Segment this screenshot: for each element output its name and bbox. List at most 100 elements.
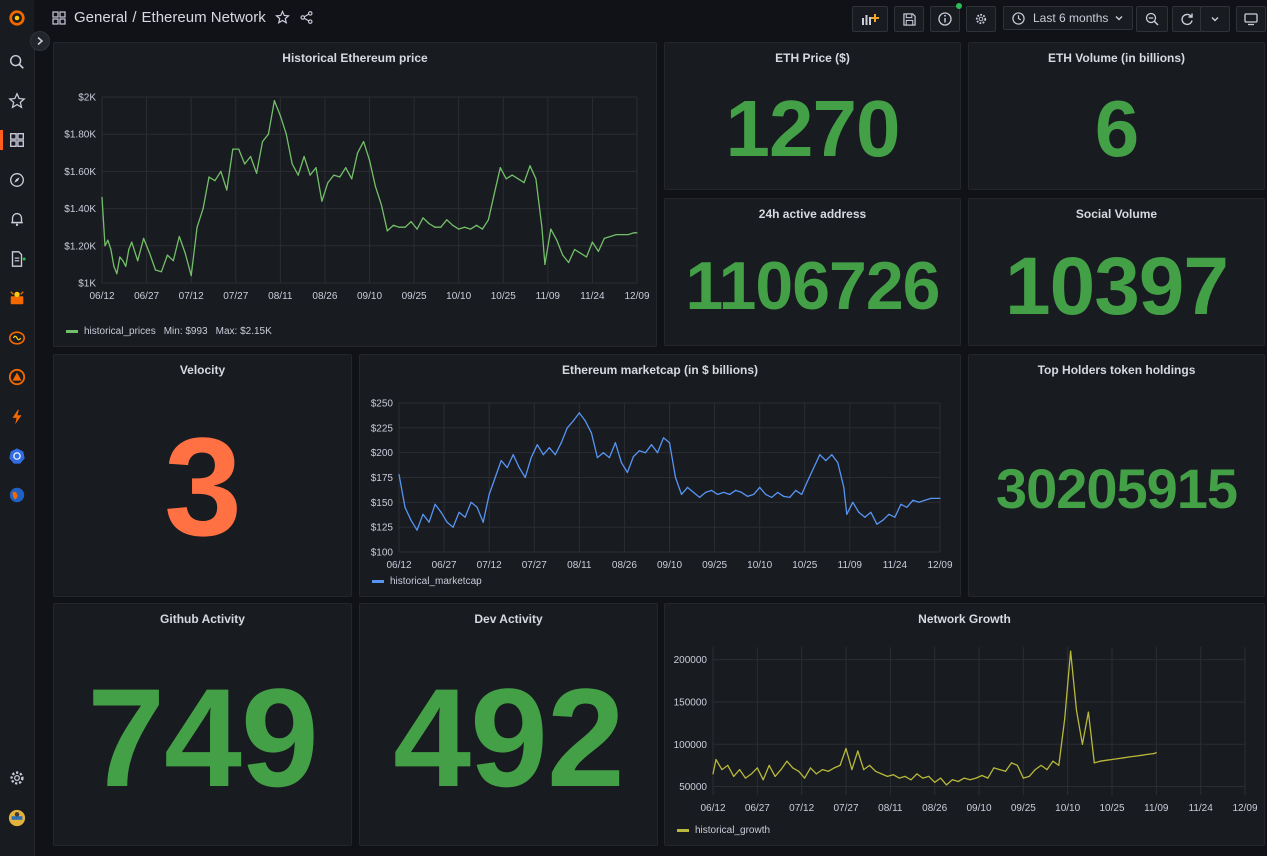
data-point (131, 241, 133, 243)
x-tick-label: 11/24 (580, 291, 605, 302)
data-point (715, 758, 717, 761)
panel-velocity[interactable]: Velocity 3 (53, 354, 352, 597)
reports-icon[interactable] (7, 249, 27, 269)
data-point (934, 781, 936, 783)
search-icon[interactable] (7, 52, 27, 72)
y-tick-label: 100000 (674, 740, 708, 751)
legend-series-name: historical_prices (84, 326, 156, 337)
plugin-app-icon[interactable] (7, 367, 27, 387)
dashboard-settings-button[interactable] (966, 6, 996, 32)
panel-eth-price[interactable]: ETH Price ($) 1270 (664, 42, 961, 190)
gear-icon[interactable] (7, 768, 27, 788)
panel-title[interactable]: Github Activity (54, 612, 351, 626)
chart-legend[interactable]: historical_marketcap (372, 576, 482, 587)
panel-title[interactable]: Top Holders token holdings (969, 363, 1264, 377)
x-tick-label: 10/25 (792, 560, 817, 571)
sidebar (0, 0, 35, 856)
chart-legend[interactable]: historical_growth (677, 825, 770, 836)
data-point (792, 767, 794, 769)
x-tick-label: 09/25 (702, 560, 727, 571)
data-point (771, 496, 773, 498)
data-point (208, 176, 210, 178)
data-point (963, 777, 965, 779)
network-growth-chart[interactable]: 50000 100000 150000 200000 06/12 06/27 07/12 07… (665, 604, 1264, 845)
panel-title[interactable]: ETH Volume (in billions) (969, 51, 1264, 65)
globe-icon[interactable] (7, 485, 27, 505)
data-point (765, 493, 767, 495)
data-point (244, 163, 246, 165)
x-tick-label: 11/09 (536, 291, 561, 302)
status-indicator-dot (956, 3, 962, 9)
y-tick-label: $200 (371, 448, 394, 459)
panel-title[interactable]: 24h active address (665, 207, 960, 221)
data-point (1022, 777, 1024, 779)
data-point (554, 454, 556, 456)
data-point (875, 770, 877, 772)
price-chart[interactable]: $1K $1.20K $1.40K $1.60K $1.80K $2K 06/12 06/27… (54, 43, 656, 346)
breadcrumb-folder[interactable]: General (74, 9, 127, 26)
data-point (556, 239, 558, 241)
zoom-out-button[interactable] (1136, 6, 1168, 32)
lightning-icon[interactable] (7, 407, 27, 427)
panel-historical-price[interactable]: Historical Ethereum price $1K $1.20K $1.40… (53, 42, 657, 347)
star-icon[interactable] (7, 91, 27, 111)
panel-title[interactable]: Velocity (54, 363, 351, 377)
chevron-right-icon (37, 36, 44, 46)
legend-series-name: historical_growth (695, 825, 771, 836)
chevron-down-icon (1115, 16, 1123, 21)
data-point (404, 226, 406, 228)
data-point (699, 496, 701, 498)
share-icon[interactable] (299, 10, 314, 25)
time-range-picker[interactable]: Last 6 months (1003, 6, 1133, 30)
panel-active-address[interactable]: 24h active address 1106726 (664, 198, 961, 346)
save-dashboard-button[interactable] (894, 6, 924, 32)
tv-mode-button[interactable] (1236, 6, 1266, 32)
data-point (196, 226, 198, 228)
panel-social-volume[interactable]: Social Volume 10397 (968, 198, 1265, 346)
panel-title[interactable]: Dev Activity (360, 612, 657, 626)
data-point (386, 230, 388, 232)
panel-title[interactable]: ETH Price ($) (665, 51, 960, 65)
data-point (864, 516, 866, 518)
marketcap-chart[interactable]: $100 $125 $150 $175 $200 $225 $250 06/12 06/27 07… (360, 355, 960, 596)
legend-swatch (677, 829, 689, 832)
data-point (1099, 760, 1101, 762)
panel-github-activity[interactable]: Github Activity 749 (53, 603, 352, 846)
brain-plugin-icon[interactable] (7, 328, 27, 348)
star-icon[interactable] (274, 10, 290, 25)
data-point (780, 769, 782, 771)
sidebar-collapse-toggle[interactable] (30, 31, 50, 51)
explore-icon[interactable] (7, 170, 27, 190)
data-point (924, 499, 926, 501)
data-point (632, 456, 634, 458)
grafana-logo-icon[interactable] (7, 8, 27, 28)
data-point (440, 226, 442, 228)
panel-network-growth[interactable]: Network Growth 50000 100000 150000 200000 06… (664, 603, 1265, 846)
x-tick-label: 12/09 (927, 560, 952, 571)
chart-legend[interactable]: historical_prices Min: $993 Max: $2.15K (66, 326, 272, 337)
panel-eth-volume[interactable]: ETH Volume (in billions) 6 (968, 42, 1265, 190)
data-point (1111, 758, 1113, 761)
add-panel-button[interactable] (852, 6, 888, 32)
stat-value: 1106726 (685, 248, 941, 324)
alerting-icon[interactable] (7, 209, 27, 229)
dashboards-icon[interactable] (7, 130, 27, 150)
panel-dev-activity[interactable]: Dev Activity 492 (359, 603, 658, 846)
data-point (560, 442, 562, 444)
panel-top-holders[interactable]: Top Holders token holdings 30205915 (968, 354, 1265, 597)
data-point (894, 516, 896, 518)
panel-marketcap[interactable]: Ethereum marketcap (in $ billions) $100 $… (359, 354, 961, 597)
data-point (711, 489, 713, 491)
dashboard-insights-button[interactable] (930, 6, 960, 32)
data-point (500, 460, 502, 462)
data-point (1058, 764, 1060, 766)
avatar[interactable] (7, 808, 27, 828)
data-point (578, 412, 580, 414)
refresh-button[interactable] (1172, 6, 1202, 32)
data-point (1046, 769, 1048, 771)
plugin-app-icon[interactable] (7, 288, 27, 308)
dashboard-title[interactable]: Ethereum Network (142, 9, 266, 26)
kubernetes-icon[interactable] (7, 446, 27, 466)
refresh-interval-picker[interactable] (1200, 6, 1230, 32)
panel-title[interactable]: Social Volume (969, 207, 1264, 221)
